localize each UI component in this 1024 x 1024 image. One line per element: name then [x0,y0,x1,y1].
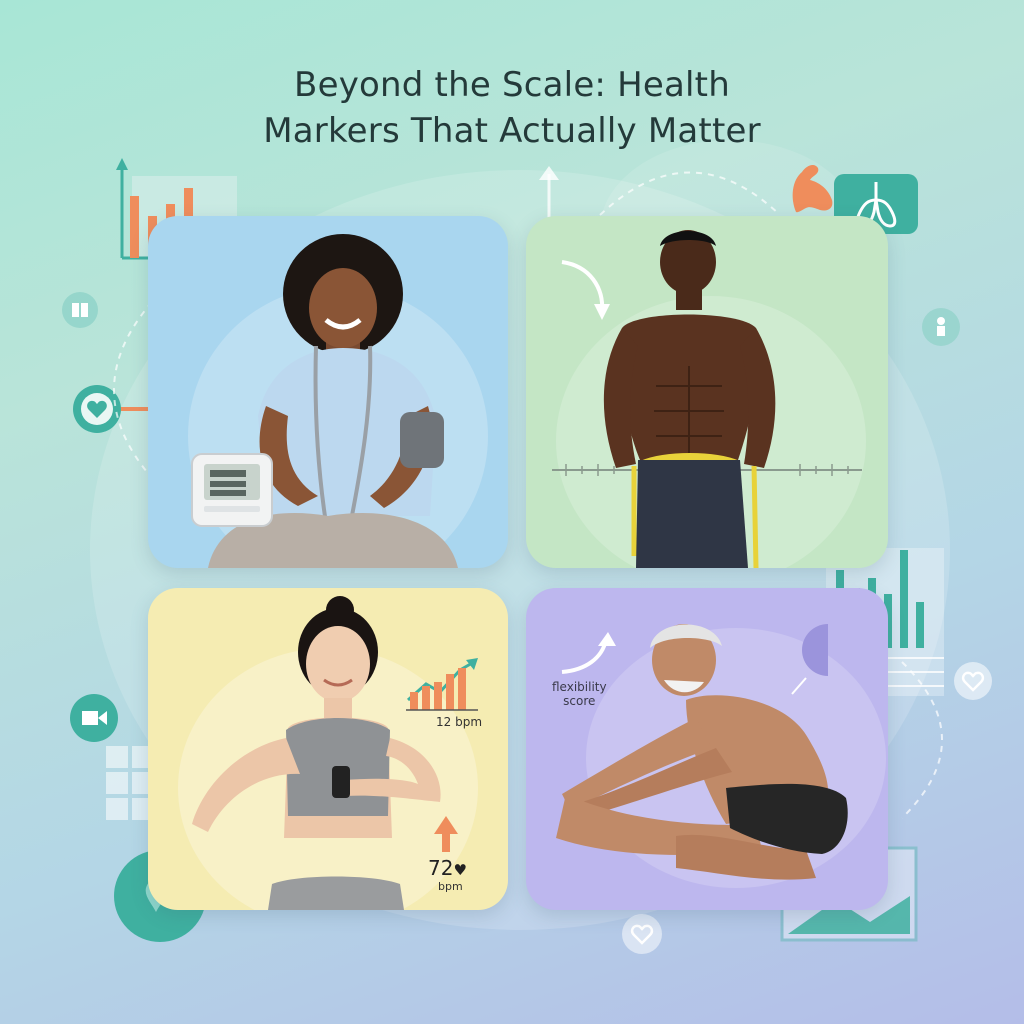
book-icon [62,292,98,328]
video-icon [70,694,118,742]
trend-label: 12 bpm [436,715,483,729]
flexibility-label-line-1: flexibility [552,680,607,694]
title-line-1: Beyond the Scale: Health [294,65,730,105]
heart-rate-value: 72♥ [428,856,467,880]
calendar-grid-icon [106,746,154,820]
heart-icon: ♥ [453,861,467,879]
flexibility-panel: flexibility score [526,588,888,910]
heart-rate-unit: bpm [438,880,463,893]
person-stretch-figure [556,624,848,880]
person-waist-figure [552,230,862,568]
figure-icon [922,308,960,346]
heart-rate-number: 72 [428,856,454,880]
trend-chart-icon [406,658,478,711]
dashed-arc-left [113,301,153,479]
page-title: Beyond the Scale: Health Markers That Ac… [0,62,1024,154]
flexibility-score-label: flexibility score [552,680,607,708]
dashed-orbit [599,171,781,216]
title-line-2: Markers That Actually Matter [263,111,761,151]
blood-pressure-panel [148,216,508,568]
dashed-arc-right [901,661,943,819]
waist-measurement-panel [526,216,888,568]
arrow-up-icon [539,166,559,220]
resting-heart-rate-panel: 12 bpm 72♥ bpm [148,588,508,910]
person-blood-pressure-figure [191,234,458,568]
heart-icon [954,662,992,700]
heart-icon [622,914,662,954]
flexibility-label-line-2: score [563,694,596,708]
flexed-arm-icon [792,165,833,213]
